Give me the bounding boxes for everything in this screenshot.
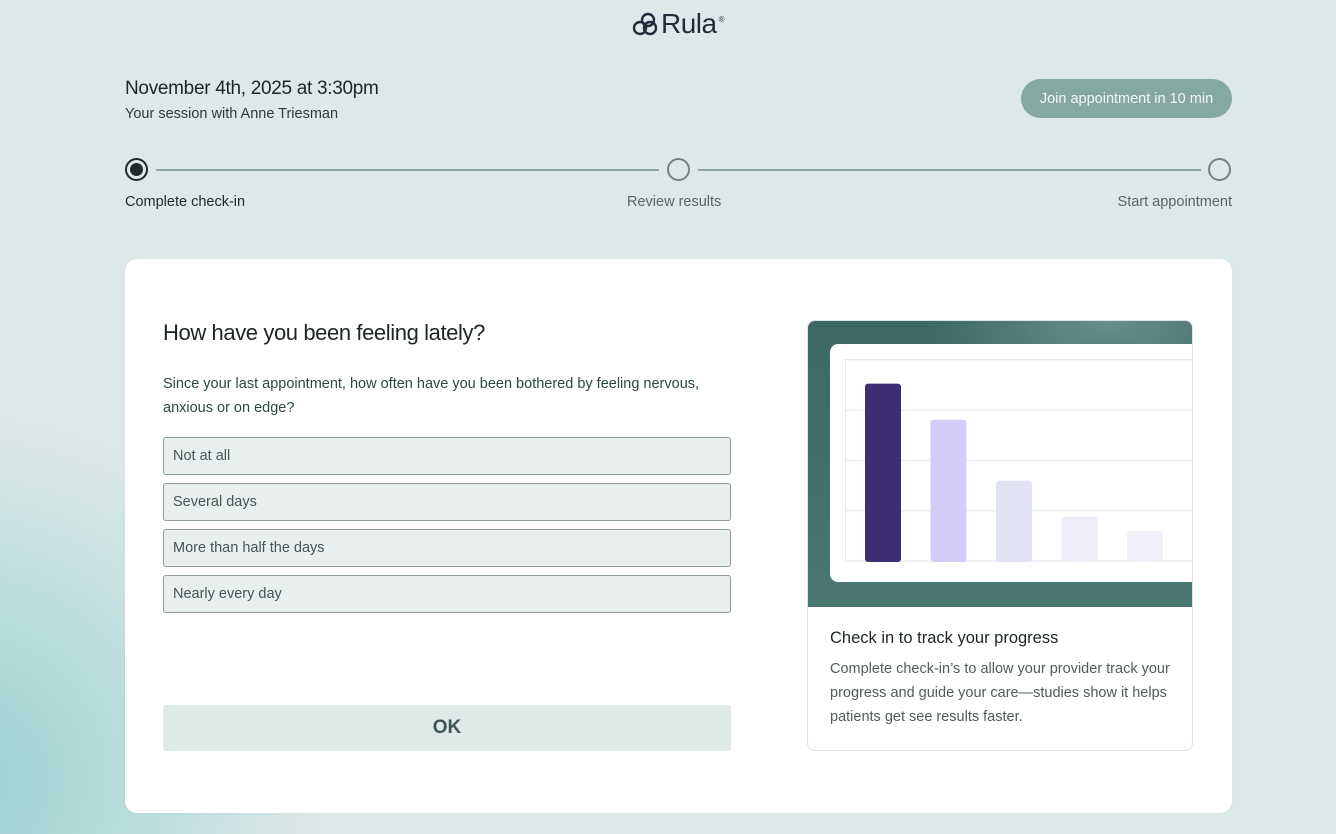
step-label-check-in: Complete check-in [125, 194, 246, 210]
progress-bar-chart [845, 359, 1192, 562]
step-label-start: Start appointment [1117, 194, 1232, 210]
info-title: Check in to track your progress [830, 629, 1059, 647]
rula-logo: Rula ® [631, 8, 725, 39]
answer-option-not-at-all[interactable]: Not at all [163, 437, 731, 475]
progress-illustration [808, 321, 1192, 607]
step-indicator-check-in [125, 158, 148, 181]
chart-panel [830, 344, 1192, 582]
logo-text: Rula [661, 8, 717, 39]
step-indicator-start [1208, 158, 1231, 181]
session-provider: Your session with Anne Triesman [125, 106, 339, 122]
chart-bar-5 [1127, 530, 1163, 562]
rula-knot-icon [632, 12, 658, 36]
chart-bar-2 [930, 419, 967, 562]
answer-option-more-than-half[interactable]: More than half the days [163, 529, 731, 567]
step-indicator-review [667, 158, 690, 181]
question-description: Since your last appointment, how often h… [163, 376, 700, 416]
trademark-mark: ® [718, 15, 725, 24]
chart-bar-4 [1061, 516, 1098, 562]
progress-info-card: Check in to track your progress Complete… [807, 320, 1193, 751]
step-connector-1 [156, 169, 659, 171]
ok-button[interactable]: OK [163, 705, 731, 751]
join-appointment-button[interactable]: Join appointment in 10 min [1021, 79, 1232, 118]
info-body: Complete check-in’s to allow your provid… [830, 661, 1170, 725]
appointment-datetime: November 4th, 2025 at 3:30pm [125, 78, 379, 99]
question-title: How have you been feeling lately? [163, 320, 485, 345]
chart-bar-3 [996, 480, 1032, 562]
answer-option-nearly-every-day[interactable]: Nearly every day [163, 575, 731, 613]
answer-option-several-days[interactable]: Several days [163, 483, 731, 521]
chart-bar-1 [865, 383, 901, 562]
step-label-review: Review results [627, 194, 722, 210]
step-connector-2 [698, 169, 1201, 171]
